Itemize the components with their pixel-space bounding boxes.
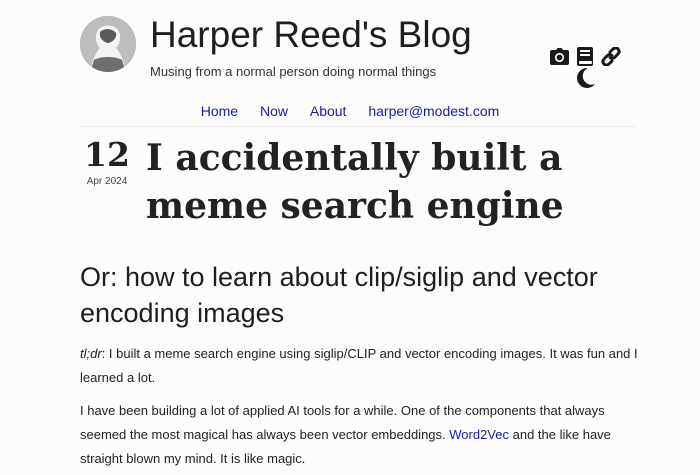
post-paragraph-intro: I have been building a lot of applied AI… (80, 399, 646, 471)
nav-about-link[interactable]: About (310, 103, 347, 119)
site-title[interactable]: Harper Reed's Blog (150, 12, 472, 58)
word2vec-link[interactable]: Word2Vec (449, 427, 509, 442)
avatar-photo-icon (80, 16, 136, 72)
nav-now-link[interactable]: Now (260, 103, 288, 119)
header-icon-group (550, 46, 624, 92)
tldr-label: tl;dr (80, 346, 102, 361)
main-nav: Home Now About harper@modest.com (0, 101, 700, 121)
post-subtitle: Or: how to learn about clip/siglip and v… (80, 262, 598, 328)
post-title: I accidentally built a meme search engin… (146, 137, 564, 227)
link-icon[interactable] (601, 47, 621, 66)
post-date-day: 12 (84, 135, 130, 174)
site-tagline: Musing from a normal person doing normal… (150, 64, 437, 79)
nav-divider (80, 126, 636, 127)
blog-page: Harper Reed's Blog Musing from a normal … (0, 0, 700, 475)
nav-email-link[interactable]: harper@modest.com (368, 103, 499, 119)
post-paragraph-tldr: tl;dr: I built a meme search engine usin… (80, 342, 646, 390)
post-date-month: Apr 2024 (86, 176, 128, 187)
tldr-text: : I built a meme search engine using sig… (80, 346, 638, 385)
avatar[interactable] (80, 16, 136, 72)
nav-home-link[interactable]: Home (201, 103, 238, 119)
camera-icon[interactable] (550, 48, 569, 65)
book-icon[interactable] (577, 47, 593, 66)
moon-icon[interactable] (577, 68, 595, 88)
